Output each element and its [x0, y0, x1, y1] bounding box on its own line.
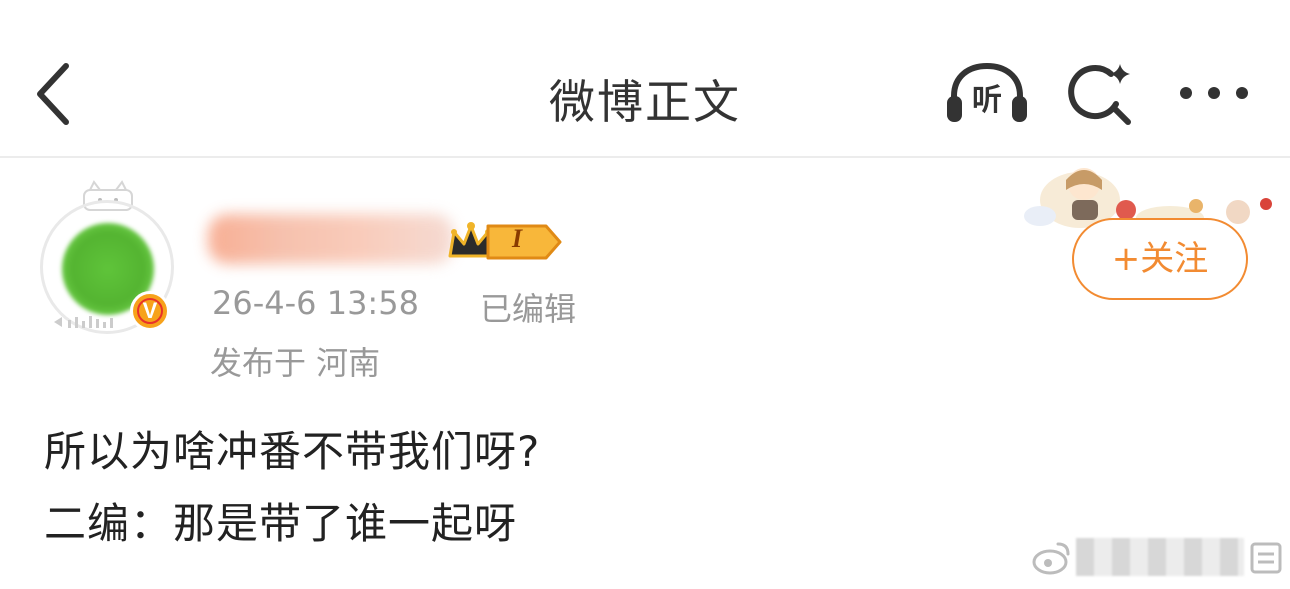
level-tag-icon [486, 224, 562, 260]
edited-label[interactable]: 已编辑 [480, 284, 576, 330]
post-location: 发布于 河南 [210, 344, 381, 382]
top-nav-bar: 微博正文 听 [0, 0, 1290, 158]
listen-button[interactable]: 听 [944, 62, 1030, 126]
member-level-label: I [512, 224, 523, 253]
more-options-button[interactable] [1176, 78, 1252, 108]
post-text-line: 所以为啥冲番不带我们呀? [44, 427, 541, 476]
watermark-text-blurred [1076, 538, 1244, 576]
post-time: 26-4-6 13:58 [212, 284, 419, 322]
verified-badge: V [130, 291, 170, 331]
member-level-badge[interactable]: I [446, 218, 566, 264]
post-text-line: 二编：那是带了谁一起呀 [44, 499, 518, 548]
search-button[interactable] [1066, 60, 1136, 130]
author-avatar[interactable]: V [34, 178, 184, 338]
weibo-post-page: 微博正文 听 V I 26-4-6 13:58 已编辑 发布于 河南 +关注 所… [0, 0, 1290, 589]
weibo-logo-icon [1032, 542, 1070, 575]
follow-button[interactable]: +关注 [1072, 218, 1248, 300]
search-sparkle-icon [1068, 64, 1131, 125]
listen-label: 听 [972, 83, 1002, 118]
author-name-blurred[interactable] [208, 214, 454, 264]
watermark-glyph-icon [1250, 542, 1282, 574]
more-dots-icon [1180, 87, 1248, 99]
weibo-watermark [1030, 534, 1286, 582]
